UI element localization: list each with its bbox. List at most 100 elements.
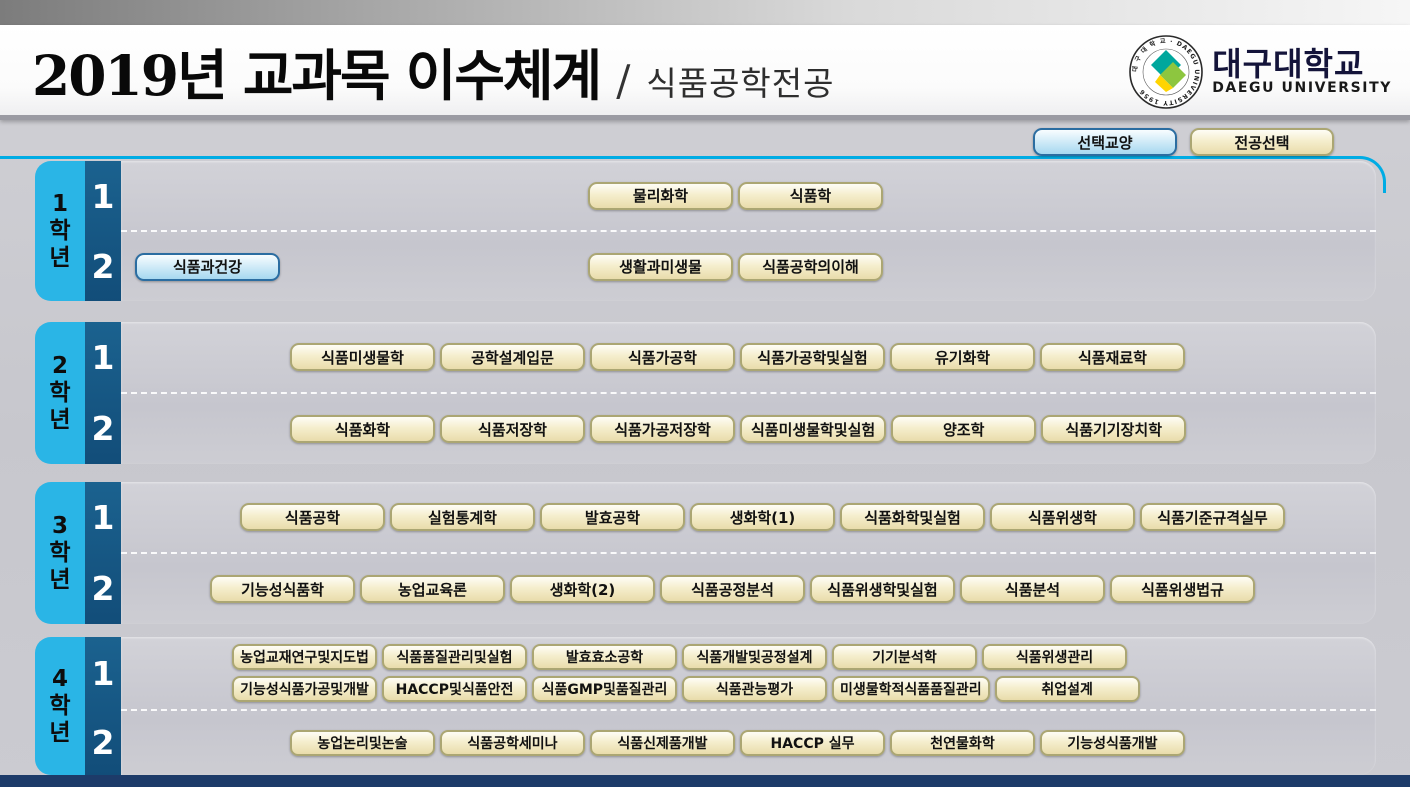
- course-button[interactable]: 식품위생법규: [1110, 575, 1255, 603]
- course-button[interactable]: 생화학(2): [510, 575, 655, 603]
- semester-block: 식품미생물학공학설계입문식품가공학식품가공학및실험유기화학식품재료학: [121, 322, 1376, 392]
- course-button[interactable]: 식품공학의이해: [738, 253, 883, 281]
- semester-number: 2: [85, 231, 121, 301]
- course-button[interactable]: 천연물화학: [890, 730, 1035, 756]
- course-button[interactable]: 식품기기장치학: [1041, 415, 1186, 443]
- year-panel-2: 2학년12식품미생물학공학설계입문식품가공학식품가공학및실험유기화학식품재료학식…: [35, 322, 1376, 464]
- course-button[interactable]: 식품가공학및실험: [740, 343, 885, 371]
- course-button[interactable]: 식품신제품개발: [590, 730, 735, 756]
- course-button[interactable]: 생화학(1): [690, 503, 835, 531]
- course-button[interactable]: 식품미생물학및실험: [740, 415, 886, 443]
- course-button[interactable]: 유기화학: [890, 343, 1035, 371]
- semester-number: 1: [85, 482, 121, 553]
- semester-bar: 12: [85, 161, 121, 301]
- semester-number: 2: [85, 709, 121, 775]
- semester-number: 2: [85, 553, 121, 624]
- year-label-3: 3학년: [35, 482, 85, 624]
- course-button[interactable]: 식품미생물학: [290, 343, 435, 371]
- course-button[interactable]: HACCP 실무: [740, 730, 885, 756]
- course-button[interactable]: 식품재료학: [1040, 343, 1185, 371]
- legend-liberal-elective-button[interactable]: 선택교양: [1033, 128, 1177, 156]
- semester-rows-area: 농업교재연구및지도법식품품질관리및실험발효효소공학식품개발및공정설계기기분석학식…: [121, 637, 1376, 775]
- semester-bar: 12: [85, 637, 121, 775]
- year-label-char: 학: [49, 218, 70, 245]
- course-button[interactable]: 공학설계입문: [440, 343, 585, 371]
- course-button[interactable]: 기기분석학: [832, 644, 977, 670]
- course-button[interactable]: 식품관능평가: [682, 676, 827, 702]
- course-button[interactable]: 식품위생학및실험: [810, 575, 955, 603]
- course-button[interactable]: 식품공정분석: [660, 575, 805, 603]
- year-label-4: 4학년: [35, 637, 85, 775]
- course-button[interactable]: 식품과건강: [135, 253, 280, 281]
- course-group: 생활과미생물식품공학의이해: [588, 253, 883, 281]
- course-group: 기능성식품학농업교육론생화학(2)식품공정분석식품위생학및실험식품분석식품위생법…: [210, 575, 1255, 603]
- course-button[interactable]: 농업교육론: [360, 575, 505, 603]
- course-button[interactable]: 식품품질관리및실험: [382, 644, 527, 670]
- course-button[interactable]: 기능성식품가공및개발: [232, 676, 377, 702]
- course-button[interactable]: 식품화학: [290, 415, 435, 443]
- course-button[interactable]: 식품학: [738, 182, 883, 210]
- semester-block: 식품화학식품저장학식품가공저장학식품미생물학및실험양조학식품기기장치학: [121, 394, 1376, 464]
- course-button[interactable]: 양조학: [891, 415, 1036, 443]
- semester-block: 기능성식품학농업교육론생화학(2)식품공정분석식품위생학및실험식품분석식품위생법…: [121, 554, 1376, 624]
- course-button[interactable]: 식품GMP및품질관리: [532, 676, 677, 702]
- year-label-char: 학: [49, 693, 70, 720]
- course-button[interactable]: 실험통계학: [390, 503, 535, 531]
- legend-major-elective-button[interactable]: 전공선택: [1190, 128, 1334, 156]
- course-button[interactable]: 식품개발및공정설계: [682, 644, 827, 670]
- course-button[interactable]: HACCP및식품안전: [382, 676, 527, 702]
- semester-number: 2: [85, 393, 121, 464]
- course-button[interactable]: 식품가공저장학: [590, 415, 735, 443]
- course-row: 식품화학식품저장학식품가공저장학식품미생물학및실험양조학식품기기장치학: [121, 414, 1376, 444]
- course-row: 기능성식품가공및개발HACCP및식품안전식품GMP및품질관리식품관능평가미생물학…: [121, 676, 1376, 702]
- course-group: 식품과건강: [135, 253, 280, 281]
- course-row: 식품공학실험통계학발효공학생화학(1)식품화학및실험식품위생학식품기준규격실무: [121, 502, 1376, 532]
- course-row: 식품과건강 생활과미생물식품공학의이해: [121, 252, 1376, 282]
- year-label-1: 1학년: [35, 161, 85, 301]
- course-button[interactable]: 발효공학: [540, 503, 685, 531]
- course-button[interactable]: 식품저장학: [440, 415, 585, 443]
- semester-number: 1: [85, 637, 121, 709]
- page-title: 2019년 교과목 이수체계: [32, 31, 600, 111]
- semester-block: 농업교재연구및지도법식품품질관리및실험발효효소공학식품개발및공정설계기기분석학식…: [121, 637, 1376, 709]
- course-group: 식품화학식품저장학식품가공저장학식품미생물학및실험양조학식품기기장치학: [290, 415, 1186, 443]
- course-button[interactable]: 기능성식품개발: [1040, 730, 1185, 756]
- course-row: 기능성식품학농업교육론생화학(2)식품공정분석식품위생학및실험식품분석식품위생법…: [121, 574, 1376, 604]
- bottom-navy-bar: [0, 775, 1410, 787]
- course-group: 식품공학실험통계학발효공학생화학(1)식품화학및실험식품위생학식품기준규격실무: [240, 503, 1285, 531]
- course-button[interactable]: 식품화학및실험: [840, 503, 985, 531]
- course-button[interactable]: 발효효소공학: [532, 644, 677, 670]
- course-button[interactable]: 미생물학적식품품질관리: [832, 676, 990, 702]
- course-button[interactable]: 식품위생관리: [982, 644, 1127, 670]
- course-button[interactable]: 생활과미생물: [588, 253, 733, 281]
- course-group: 농업논리및논술식품공학세미나식품신제품개발HACCP 실무천연물화학기능성식품개…: [290, 730, 1185, 756]
- title-block: 2019년 교과목 이수체계 / 식품공학전공: [32, 31, 835, 111]
- course-row: 식품미생물학공학설계입문식품가공학식품가공학및실험유기화학식품재료학: [121, 342, 1376, 372]
- course-group: 농업교재연구및지도법식품품질관리및실험발효효소공학식품개발및공정설계기기분석학식…: [232, 644, 1127, 670]
- semester-block: 식품과건강 생활과미생물식품공학의이해: [121, 232, 1376, 301]
- year-label-2: 2학년: [35, 322, 85, 464]
- course-button[interactable]: 식품공학: [240, 503, 385, 531]
- semester-rows-area: 식품미생물학공학설계입문식품가공학식품가공학및실험유기화학식품재료학식품화학식품…: [121, 322, 1376, 464]
- year-label-char: 년: [49, 407, 70, 434]
- course-button[interactable]: 식품기준규격실무: [1140, 503, 1285, 531]
- course-button[interactable]: 식품공학세미나: [440, 730, 585, 756]
- course-row: 물리화학식품학: [121, 181, 1376, 211]
- semester-number: 1: [85, 161, 121, 231]
- course-button[interactable]: 식품분석: [960, 575, 1105, 603]
- year-label-char: 3: [52, 513, 68, 540]
- course-button[interactable]: 취업설계: [995, 676, 1140, 702]
- university-emblem-icon: 대 구 대 학 교 · DAEGU UNIVERSITY 1956: [1128, 34, 1204, 110]
- course-button[interactable]: 농업논리및논술: [290, 730, 435, 756]
- semester-block: 물리화학식품학: [121, 161, 1376, 230]
- course-button[interactable]: 물리화학: [588, 182, 733, 210]
- year-label-char: 1: [52, 191, 68, 218]
- course-button[interactable]: 식품가공학: [590, 343, 735, 371]
- course-button[interactable]: 식품위생학: [990, 503, 1135, 531]
- legend: 선택교양 전공선택: [1033, 128, 1334, 156]
- course-group: 식품미생물학공학설계입문식품가공학식품가공학및실험유기화학식품재료학: [290, 343, 1185, 371]
- course-button[interactable]: 농업교재연구및지도법: [232, 644, 377, 670]
- semester-bar: 12: [85, 322, 121, 464]
- year-panel-4: 4학년12농업교재연구및지도법식품품질관리및실험발효효소공학식품개발및공정설계기…: [35, 637, 1376, 775]
- course-button[interactable]: 기능성식품학: [210, 575, 355, 603]
